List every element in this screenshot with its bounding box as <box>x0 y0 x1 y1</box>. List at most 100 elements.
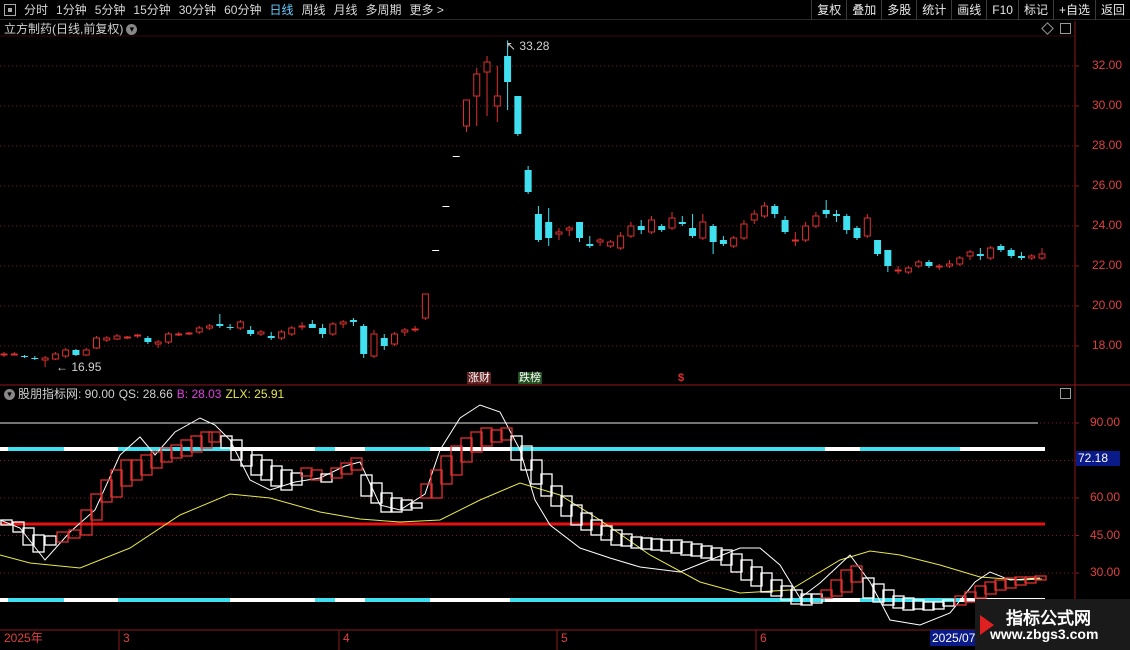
candle <box>288 326 296 336</box>
high-price-label: ↖ 33.28 <box>506 39 550 53</box>
candle <box>41 356 49 367</box>
indicator-box <box>100 479 113 503</box>
candle-body <box>719 240 727 244</box>
candle-body <box>92 337 100 349</box>
candles-layer <box>0 40 1046 367</box>
candle-body <box>360 326 368 354</box>
candle <box>678 216 686 226</box>
upper-band-segment <box>0 447 8 451</box>
candle <box>627 222 635 238</box>
kline-chart[interactable] <box>0 0 1130 650</box>
candle <box>144 336 152 344</box>
candle-body <box>154 341 162 345</box>
indicator-tick-label: 90.00 <box>1090 415 1121 429</box>
indicator-box <box>882 589 895 606</box>
candle <box>565 226 573 236</box>
candle-body <box>966 251 974 257</box>
candle <box>514 96 522 136</box>
candle-body <box>534 214 542 240</box>
lower-band-segment <box>430 598 510 602</box>
candle <box>31 356 39 360</box>
candle <box>586 236 594 248</box>
candle-body <box>380 338 388 346</box>
candle <box>329 322 337 336</box>
candle <box>82 348 90 356</box>
date-label: 4 <box>343 631 350 645</box>
candle <box>308 320 316 328</box>
lower-band-segment <box>64 598 118 602</box>
candle-body <box>432 250 440 251</box>
candle-body <box>493 95 501 107</box>
candle <box>1007 248 1015 258</box>
indicator-title[interactable]: ▾ 股朋指标网: 90.00 QS: 28.66 B: 28.03 ZLX: 25.91 <box>4 386 284 402</box>
candle <box>750 210 758 224</box>
low-price-label: ← 16.95 <box>56 360 102 374</box>
candle <box>730 236 738 248</box>
indicator-box <box>650 538 663 551</box>
candle <box>380 334 388 350</box>
dieban-tag[interactable]: 跌榜 <box>518 372 542 384</box>
candle <box>349 318 357 326</box>
candle-body <box>781 220 789 232</box>
candle-body <box>637 226 645 230</box>
candle-body <box>863 217 871 237</box>
lower-band-segment <box>0 598 8 602</box>
indicator-box <box>44 535 57 546</box>
candle <box>946 260 954 268</box>
upper-band-segment <box>825 447 860 451</box>
candle-body <box>51 353 59 360</box>
candle <box>617 232 625 250</box>
upper-band-segment <box>335 447 365 451</box>
candle <box>658 224 666 232</box>
candle <box>524 166 532 194</box>
indicator-box <box>660 539 673 552</box>
candle <box>391 332 399 346</box>
candle <box>884 250 892 272</box>
watermark-url: www.zbgs3.com <box>990 626 1099 642</box>
candle <box>545 208 553 246</box>
indicator-box <box>750 566 763 587</box>
candle-body <box>606 241 614 247</box>
chevron-down-icon[interactable]: ▾ <box>4 389 15 401</box>
candle <box>195 326 203 334</box>
candle-body <box>1007 250 1015 256</box>
candle-body <box>853 228 861 238</box>
candle-body <box>678 222 686 224</box>
indicator-box <box>984 581 997 595</box>
candle-body <box>555 231 563 235</box>
candle-body <box>843 216 851 230</box>
candle-body <box>709 226 717 242</box>
candle-body <box>987 247 995 259</box>
candle <box>257 330 265 336</box>
candle-body <box>483 61 491 73</box>
candle-body <box>689 228 697 236</box>
indicator-box <box>820 589 833 599</box>
upper-band-segment <box>510 447 825 451</box>
candle-body <box>442 206 450 207</box>
candle-body <box>586 244 594 246</box>
candle <box>791 232 799 246</box>
indicator-box <box>640 537 653 550</box>
candle <box>452 156 460 157</box>
candle <box>247 326 255 336</box>
candle <box>206 324 214 330</box>
candle-body <box>1038 253 1046 259</box>
price-tick-label: 30.00 <box>1092 98 1123 112</box>
candle-body <box>421 293 429 319</box>
indicator-box <box>32 534 45 553</box>
candle <box>51 352 59 360</box>
indicator-box <box>550 485 563 507</box>
candle-body <box>113 335 121 340</box>
candle <box>113 334 121 340</box>
candle-body <box>329 323 337 335</box>
indicator-box <box>690 543 703 557</box>
indicator-name-value: : 90.00 <box>78 387 115 401</box>
price-tick-label: 20.00 <box>1092 298 1123 312</box>
lower-band-segment <box>118 598 230 602</box>
b-value: B: 28.03 <box>176 387 222 401</box>
dollar-tag[interactable]: $ <box>678 372 684 384</box>
candle-body <box>72 350 80 355</box>
candle <box>781 216 789 234</box>
zhangcai-tag[interactable]: 涨财 <box>467 372 491 384</box>
candle <box>92 336 100 349</box>
